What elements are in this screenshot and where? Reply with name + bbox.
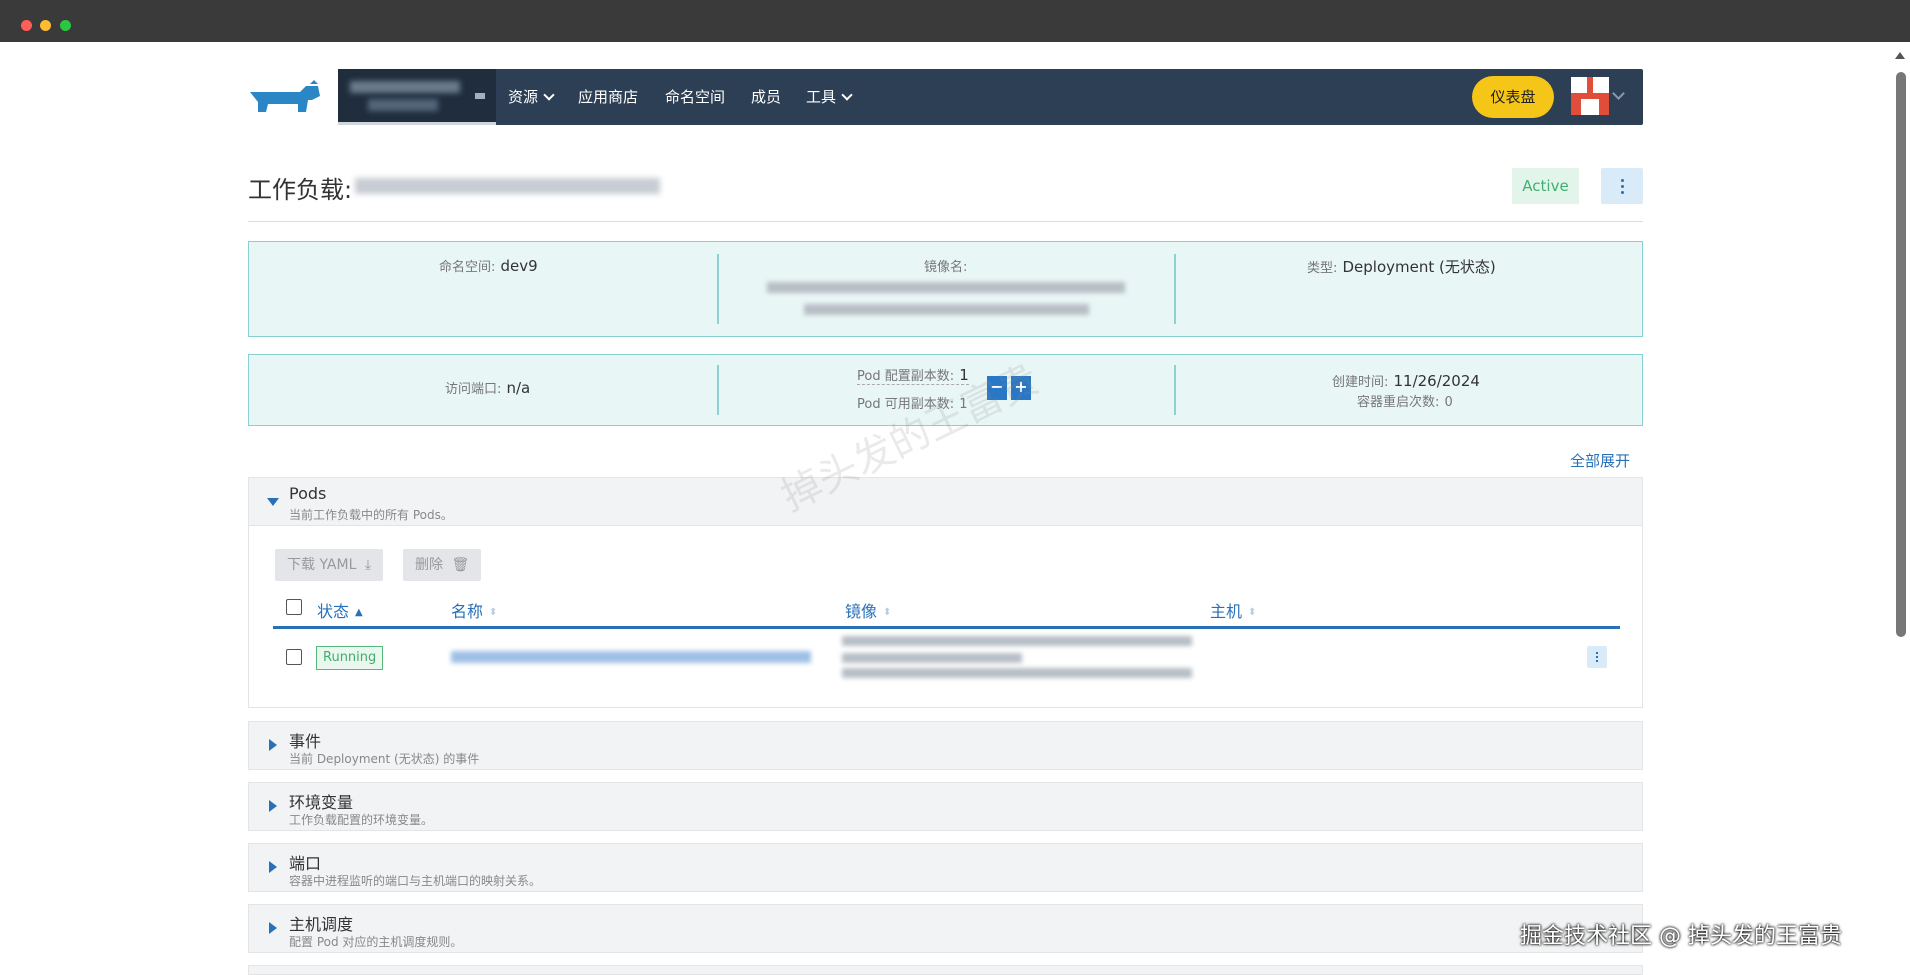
credit-watermark: 掘金技术社区 @ 掉头发的王富贵: [1520, 924, 1842, 949]
workload-info-box: 命名空间: dev9 镜像名: 类型: Deployment (无状态): [248, 241, 1643, 337]
top-navigation-bar: 资源 应用商店 命名空间 成员 工具: [338, 69, 1643, 125]
section-title: 主机调度: [289, 915, 354, 934]
column-header-image[interactable]: 镜像 ⬍: [845, 598, 891, 622]
pod-name-link-redacted[interactable]: [451, 651, 811, 663]
access-port-value: n/a: [506, 379, 531, 397]
expand-triangle-icon: [269, 922, 277, 934]
row-checkbox[interactable]: [286, 649, 302, 665]
divider: [248, 221, 1643, 222]
image-value-redacted: [767, 282, 1125, 293]
status-badge: Active: [1512, 168, 1579, 204]
section-subtitle: 容器中进程监听的端口与主机端口的映射关系。: [289, 874, 542, 888]
chevron-down-icon: [543, 89, 555, 101]
section-title: 端口: [289, 854, 322, 873]
workload-name-redacted: [355, 178, 660, 194]
namespace-value: dev9: [500, 257, 538, 275]
window-titlebar: [0, 0, 1910, 42]
section-subtitle: 当前 Deployment (无状态) 的事件: [289, 752, 480, 766]
select-all-checkbox[interactable]: [286, 599, 302, 615]
divider: [717, 365, 719, 415]
expand-all-link[interactable]: 全部展开: [1570, 450, 1630, 471]
sort-icon: ⬍: [883, 607, 892, 618]
nav-namespaces[interactable]: 命名空间: [665, 69, 725, 125]
restart-count-label: 容器重启次数:: [1357, 395, 1440, 410]
next-section-header-partial[interactable]: [248, 965, 1643, 975]
divider: [717, 254, 719, 324]
type-label: 类型:: [1307, 261, 1338, 276]
avatar[interactable]: [1571, 77, 1609, 115]
expand-triangle-icon: [269, 861, 277, 873]
expand-triangle-icon: [269, 800, 277, 812]
divider: [1174, 365, 1176, 415]
trash-icon: 🗑: [451, 557, 470, 573]
restart-count-value: 0: [1444, 395, 1453, 410]
pod-image-redacted: [842, 653, 1022, 663]
column-header-status[interactable]: 状态 ▲: [317, 598, 363, 622]
page-title: 工作负载:: [248, 176, 353, 204]
namespace-label: 命名空间:: [439, 260, 496, 275]
sort-icon: ⬍: [489, 607, 498, 618]
column-header-name[interactable]: 名称 ⬍: [451, 598, 497, 622]
pod-image-redacted: [842, 636, 1192, 646]
access-port-label: 访问端口:: [445, 382, 502, 397]
pod-config-replicas-label: Pod 配置副本数:: [857, 369, 955, 384]
section-subtitle: 当前工作负载中的所有 Pods。: [289, 508, 453, 522]
chevron-down-icon: [841, 89, 853, 101]
maximize-window-button[interactable]: [60, 20, 71, 31]
scroll-up-arrow-icon[interactable]: [1895, 52, 1905, 59]
section-title: 环境变量: [289, 793, 354, 812]
delete-button[interactable]: 删除 🗑: [403, 549, 482, 581]
scrollbar-thumb[interactable]: [1896, 72, 1906, 637]
download-icon: ⤓: [364, 557, 372, 573]
section-title: 事件: [289, 732, 322, 751]
table-header-divider: [273, 626, 1620, 629]
download-yaml-button[interactable]: 下载 YAML ⤓: [275, 549, 384, 581]
nav-members[interactable]: 成员: [751, 69, 781, 125]
pod-image-redacted: [842, 668, 1192, 678]
minimize-window-button[interactable]: [40, 20, 51, 31]
collapse-triangle-icon: [267, 498, 279, 506]
row-actions-menu-button[interactable]: [1587, 646, 1607, 668]
sort-icon: ▲: [355, 607, 363, 618]
pod-status-badge: Running: [316, 646, 384, 670]
nav-app-store[interactable]: 应用商店: [578, 69, 638, 125]
divider: [1174, 254, 1176, 324]
close-window-button[interactable]: [21, 20, 32, 31]
sort-icon: ⬍: [1248, 607, 1257, 618]
nav-tools[interactable]: 工具: [806, 69, 853, 125]
rancher-logo-icon[interactable]: [248, 78, 324, 122]
created-label: 创建时间:: [1332, 375, 1389, 390]
pods-section-header[interactable]: Pods 当前工作负载中的所有 Pods。: [248, 477, 1643, 526]
type-value: Deployment (无状态): [1342, 258, 1496, 276]
image-value-redacted: [804, 304, 1089, 315]
events-section-header[interactable]: 事件 当前 Deployment (无状态) 的事件: [248, 721, 1643, 770]
column-header-host[interactable]: 主机 ⬍: [1210, 598, 1256, 622]
switcher-caret-icon: [475, 93, 485, 99]
node-scheduling-section-header[interactable]: 主机调度 配置 Pod 对应的主机调度规则。: [248, 904, 1643, 953]
image-label: 镜像名:: [924, 260, 968, 275]
section-title: Pods: [289, 484, 327, 503]
created-value: 11/26/2024: [1393, 372, 1480, 390]
env-vars-section-header[interactable]: 环境变量 工作负载配置的环境变量。: [248, 782, 1643, 831]
cluster-project-switcher[interactable]: [338, 69, 496, 125]
dashboard-button[interactable]: 仪表盘: [1472, 76, 1554, 118]
nav-resources[interactable]: 资源: [508, 69, 555, 125]
workload-actions-menu-button[interactable]: [1601, 168, 1643, 204]
ports-section-header[interactable]: 端口 容器中进程监听的端口与主机端口的映射关系。: [248, 843, 1643, 892]
expand-triangle-icon: [269, 739, 277, 751]
section-subtitle: 工作负载配置的环境变量。: [289, 813, 434, 827]
section-subtitle: 配置 Pod 对应的主机调度规则。: [289, 935, 463, 949]
